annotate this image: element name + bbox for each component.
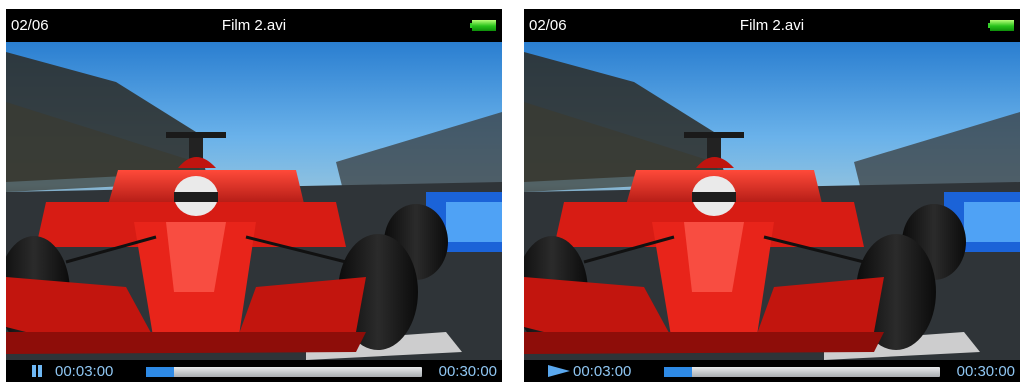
total-time: 00:30:00 — [438, 363, 497, 380]
video-frame[interactable] — [524, 42, 1020, 360]
playback-bar: 00:03:00 00:30:00 — [6, 360, 502, 382]
elapsed-time: 00:03:00 — [573, 363, 632, 380]
progress-fill — [146, 367, 174, 377]
pause-icon[interactable] — [30, 365, 44, 378]
battery-icon — [470, 20, 496, 31]
play-icon[interactable] — [548, 365, 570, 377]
progress-fill — [664, 367, 692, 377]
battery-icon — [988, 20, 1014, 31]
player-screen-paused: 02/06 Film 2.avi 00:03:00 00:30:00 — [6, 9, 502, 382]
player-screen-playing: 02/06 Film 2.avi 00:03:00 00:30:00 — [524, 9, 1020, 382]
status-bar: 02/06 Film 2.avi — [6, 9, 502, 42]
elapsed-time: 00:03:00 — [55, 363, 114, 380]
file-title: Film 2.avi — [221, 17, 287, 34]
video-frame[interactable] — [6, 42, 502, 360]
file-title: Film 2.avi — [739, 17, 805, 34]
total-time: 00:30:00 — [956, 363, 1015, 380]
progress-bar[interactable] — [664, 367, 940, 377]
status-bar: 02/06 Film 2.avi — [524, 9, 1020, 42]
progress-bar[interactable] — [146, 367, 422, 377]
playback-bar: 00:03:00 00:30:00 — [524, 360, 1020, 382]
